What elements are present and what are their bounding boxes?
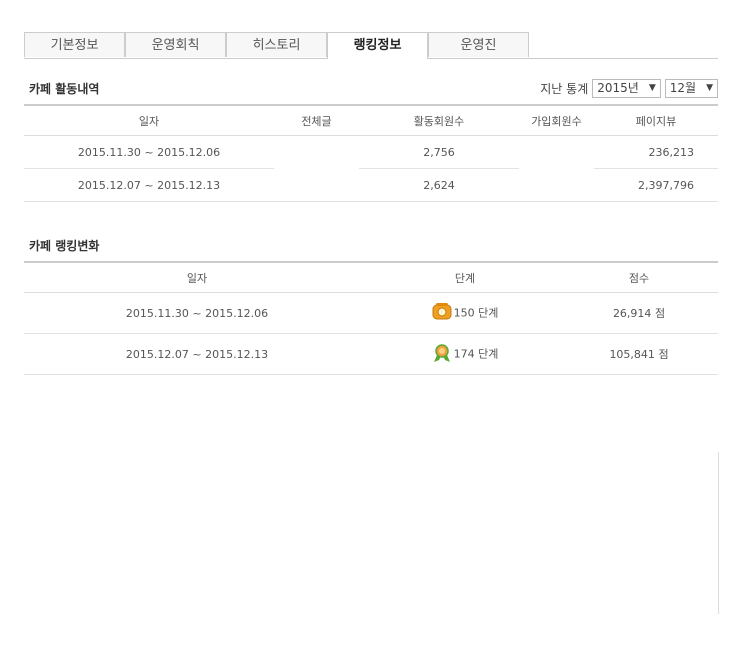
ranking-section-title: 카페 랭킹변화 <box>29 239 100 253</box>
col-header-date: 일자 <box>24 261 370 293</box>
activity-section-title: 카페 활동내역 <box>29 82 100 96</box>
row-date: 2015.11.30 ~ 2015.12.06 <box>24 292 370 334</box>
table-header-row: 일자 전체글 활동회원수 가입회원수 페이지뷰 <box>24 104 718 136</box>
level-value: 150 <box>453 306 475 319</box>
tab-history[interactable]: 히스토리 <box>226 32 327 57</box>
row-pageviews: 236,213 <box>594 135 718 169</box>
row-level: 174 단계 <box>370 333 560 375</box>
col-header-pageviews: 페이지뷰 <box>594 104 718 136</box>
tab-rules[interactable]: 운영회칙 <box>125 32 226 57</box>
col-header-active-members: 활동회원수 <box>359 104 519 136</box>
row-score: 26,914 점 <box>560 292 718 334</box>
table-row: 2015.12.07 ~ 2015.12.13 174 단계 105,841 점 <box>24 333 718 375</box>
tab-basic-info[interactable]: 기본정보 <box>24 32 125 57</box>
table-row: 2015.11.30 ~ 2015.12.06 2,756 236,213 <box>24 135 718 169</box>
table-row: 2015.11.30 ~ 2015.12.06 150 단계 26,914 점 <box>24 292 718 334</box>
row-active-members: 2,624 <box>359 168 519 202</box>
dropdown-arrow-icon: ▼ <box>706 83 713 93</box>
col-header-level: 단계 <box>370 261 560 293</box>
level-value: 174 <box>453 347 475 360</box>
score-unit: 점 <box>658 348 669 361</box>
period-filter: 지난 통계 2015년 ▼ 12월 ▼ <box>540 79 718 98</box>
row-score: 105,841 점 <box>560 333 718 375</box>
ranking-table: 일자 단계 점수 2015.11.30 ~ 2015.12.06 150 단계 … <box>24 261 718 375</box>
score-value: 105,841 <box>609 348 655 361</box>
row-new-members <box>519 168 594 202</box>
month-value: 12월 <box>669 81 697 95</box>
table-row: 2015.12.07 ~ 2015.12.13 2,624 2,397,796 <box>24 168 718 202</box>
tab-staff[interactable]: 운영진 <box>428 32 529 57</box>
row-posts <box>274 136 359 169</box>
row-date: 2015.12.07 ~ 2015.12.13 <box>24 168 274 202</box>
year-value: 2015년 <box>597 81 639 95</box>
table-header-row: 일자 단계 점수 <box>24 261 718 293</box>
col-header-date: 일자 <box>24 104 274 136</box>
filter-label: 지난 통계 <box>540 82 589 96</box>
row-posts <box>274 168 359 202</box>
phone-grade-icon <box>432 302 452 325</box>
activity-table: 일자 전체글 활동회원수 가입회원수 페이지뷰 2015.11.30 ~ 201… <box>24 104 718 202</box>
score-unit: 점 <box>654 307 666 320</box>
col-header-new-members: 가입회원수 <box>519 104 594 136</box>
row-active-members: 2,756 <box>359 135 519 169</box>
year-select[interactable]: 2015년 ▼ <box>592 79 661 98</box>
col-header-posts: 전체글 <box>274 104 359 136</box>
dropdown-arrow-icon: ▼ <box>648 83 656 93</box>
medal-grade-icon <box>432 343 452 366</box>
row-pageviews: 2,397,796 <box>594 168 718 202</box>
scrollbar-track[interactable] <box>718 452 719 614</box>
row-date: 2015.11.30 ~ 2015.12.06 <box>24 135 274 169</box>
level-unit: 단계 <box>478 347 499 360</box>
level-unit: 단계 <box>478 306 499 319</box>
row-new-members <box>519 136 594 169</box>
month-select[interactable]: 12월 ▼ <box>664 79 718 98</box>
row-date: 2015.12.07 ~ 2015.12.13 <box>24 333 370 375</box>
tab-bar: 기본정보 운영회칙 히스토리 랭킹정보 운영진 <box>24 32 718 59</box>
col-header-score: 점수 <box>560 261 718 293</box>
score-value: 26,914 <box>612 307 652 320</box>
row-level: 150 단계 <box>370 292 560 334</box>
tab-ranking[interactable]: 랭킹정보 <box>327 32 428 59</box>
